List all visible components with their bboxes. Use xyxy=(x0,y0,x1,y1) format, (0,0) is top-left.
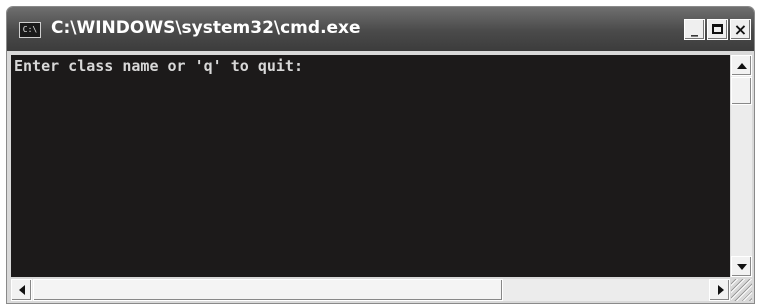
scroll-up-button[interactable] xyxy=(731,55,752,76)
minimize-button[interactable]: _ xyxy=(684,19,705,40)
console-output[interactable]: Enter class name or 'q' to quit: xyxy=(11,55,730,277)
cmd-icon[interactable]: C:\ xyxy=(19,22,41,38)
arrow-left-icon xyxy=(19,285,25,295)
maximize-button[interactable] xyxy=(707,19,728,40)
horizontal-scroll-thumb[interactable] xyxy=(33,279,503,301)
arrow-up-icon xyxy=(737,63,747,69)
close-icon: × xyxy=(733,20,748,39)
vertical-scrollbar[interactable] xyxy=(731,55,752,277)
arrow-right-icon xyxy=(718,285,724,295)
resize-grip-icon[interactable] xyxy=(731,279,752,301)
scroll-right-button[interactable] xyxy=(709,279,730,301)
close-button[interactable]: × xyxy=(730,19,751,40)
minimize-icon: _ xyxy=(691,21,698,37)
title-bar[interactable]: C:\ C:\WINDOWS\system32\cmd.exe _ × xyxy=(7,7,754,51)
arrow-down-icon xyxy=(737,264,747,270)
horizontal-scrollbar[interactable] xyxy=(11,279,730,301)
maximize-icon xyxy=(712,24,723,34)
vertical-scroll-thumb[interactable] xyxy=(731,77,752,105)
scroll-left-button[interactable] xyxy=(11,279,32,301)
window-title: C:\WINDOWS\system32\cmd.exe xyxy=(51,18,361,38)
scroll-down-button[interactable] xyxy=(731,256,752,277)
console-window: C:\ C:\WINDOWS\system32\cmd.exe _ × Ente… xyxy=(6,6,755,304)
console-prompt-line: Enter class name or 'q' to quit: xyxy=(14,57,303,75)
